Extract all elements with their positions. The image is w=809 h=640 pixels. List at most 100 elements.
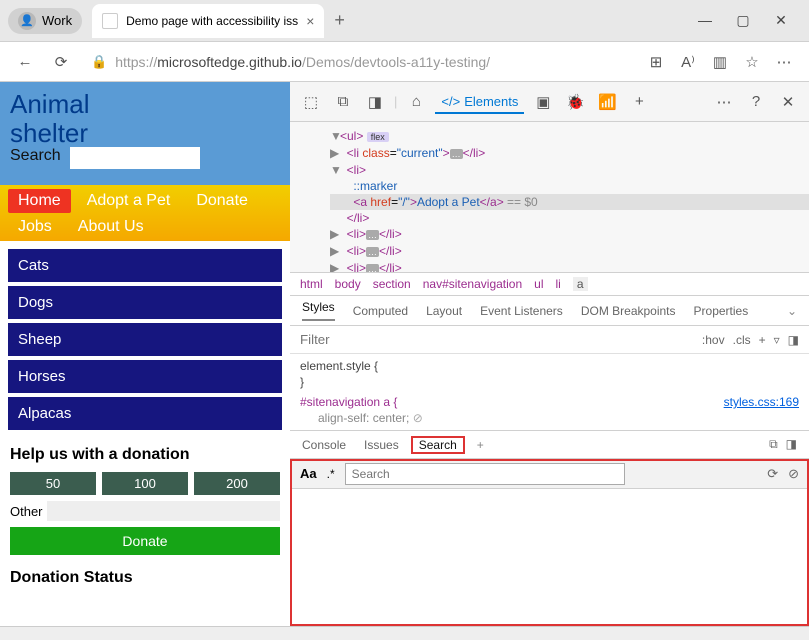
match-case-toggle[interactable]: Aa	[300, 466, 317, 481]
maximize-button[interactable]: ▢	[729, 12, 757, 29]
drawer-expand-icon[interactable]: ◨	[786, 437, 797, 452]
page-search-input[interactable]	[70, 147, 200, 169]
dom-node[interactable]: ▶ <li>…</li>	[330, 243, 809, 260]
new-tab-button[interactable]: +	[334, 10, 345, 31]
dom-node[interactable]: <a href="/">Adopt a Pet</a> == $0	[330, 194, 809, 210]
dom-node[interactable]: </li>	[330, 210, 809, 226]
styles-tab-event-listeners[interactable]: Event Listeners	[480, 304, 563, 318]
categories-list: Cats Dogs Sheep Horses Alpacas	[0, 241, 290, 438]
help-icon[interactable]: ?	[743, 89, 769, 115]
welcome-icon[interactable]: ⌂	[403, 89, 429, 115]
source-link[interactable]: styles.css:169	[724, 394, 799, 410]
drawer-tab-search[interactable]: Search	[411, 436, 465, 454]
collections-icon[interactable]: ▥	[707, 49, 733, 75]
search-input[interactable]	[345, 463, 625, 485]
breadcrumb-a[interactable]: a	[573, 277, 588, 291]
bug-icon[interactable]: 🐞	[562, 89, 588, 115]
nav-link-about-us[interactable]: About Us	[68, 215, 154, 239]
read-aloud-icon[interactable]: A⁾	[675, 49, 701, 75]
dom-node[interactable]: ▶ <li>…</li>	[330, 260, 809, 272]
minimize-button[interactable]: —	[691, 12, 719, 29]
styles-tab-layout[interactable]: Layout	[426, 304, 462, 318]
breadcrumb-body[interactable]: body	[335, 277, 361, 291]
profile-chip[interactable]: 👤 Work	[8, 8, 82, 34]
styles-tab-dom-breakpoints[interactable]: DOM Breakpoints	[581, 304, 676, 318]
dom-breadcrumb[interactable]: html body section nav#sitenavigation ullia	[290, 272, 809, 296]
styles-body[interactable]: element.style { } styles.css:169 #sitena…	[290, 354, 809, 430]
dock-icon[interactable]: ◨	[362, 89, 388, 115]
styles-tabs: Styles Computed Layout Event Listeners DOM B…	[290, 296, 809, 326]
amount-100[interactable]: 100	[102, 472, 188, 495]
nav-link-donate[interactable]: Donate	[186, 189, 258, 213]
settings-icon[interactable]: ⋯	[711, 89, 737, 115]
category-sheep[interactable]: Sheep	[8, 323, 282, 356]
amount-50[interactable]: 50	[10, 472, 96, 495]
dom-node[interactable]: ▶ <li class="current">…</li>	[330, 145, 809, 162]
inspect-icon[interactable]: ⬚	[298, 89, 324, 115]
other-amount-input[interactable]	[47, 501, 280, 521]
donate-button[interactable]: Donate	[10, 527, 280, 555]
category-alpacas[interactable]: Alpacas	[8, 397, 282, 430]
window-title-bar: 👤 Work Demo page with accessibility iss …	[0, 0, 809, 42]
regex-toggle[interactable]: .*	[327, 467, 335, 481]
styles-tab-styles[interactable]: Styles	[302, 300, 335, 321]
amount-200[interactable]: 200	[194, 472, 280, 495]
drawer-tab-issues[interactable]: Issues	[364, 438, 399, 452]
more-tabs-icon[interactable]: +	[626, 89, 652, 115]
css-property[interactable]: align-self: center; ⊘	[300, 410, 799, 426]
drawer-tab-console[interactable]: Console	[302, 438, 346, 452]
breadcrumb-nav-sitenavigation[interactable]: nav#sitenavigation	[423, 277, 522, 291]
url-box[interactable]: 🔒 https://microsoftedge.github.io/Demos/…	[84, 49, 633, 75]
dom-node[interactable]: ▶ <li>…</li>	[330, 226, 809, 243]
device-icon[interactable]: ⧉	[330, 89, 356, 115]
drawer-more-tabs-icon[interactable]: +	[477, 438, 484, 452]
breadcrumb-li[interactable]: li	[555, 277, 560, 291]
styles-filter-input[interactable]	[300, 332, 694, 347]
clear-search-icon[interactable]: ⊘	[788, 466, 799, 482]
nav-link-adopt-a-pet[interactable]: Adopt a Pet	[77, 189, 181, 213]
app-icon[interactable]: ⊞	[643, 49, 669, 75]
favorite-icon[interactable]: ☆	[739, 49, 765, 75]
close-window-button[interactable]: ✕	[767, 12, 795, 29]
rule-element-style[interactable]: element.style {	[300, 358, 799, 374]
rule-sitenav[interactable]: styles.css:169 #sitenavigation a {	[300, 394, 799, 410]
breadcrumb-section[interactable]: section	[373, 277, 411, 291]
more-icon[interactable]: ⋯	[771, 49, 797, 75]
nav-link-home[interactable]: Home	[8, 189, 71, 213]
app-tab-icon[interactable]: ▣	[530, 89, 556, 115]
url-text: https://microsoftedge.github.io/Demos/de…	[115, 54, 490, 70]
refresh-button[interactable]: ⟳	[48, 49, 74, 75]
back-button[interactable]: ←	[12, 49, 38, 75]
cls-toggle[interactable]: .cls	[733, 333, 751, 347]
dom-node[interactable]: ▼ <li>	[330, 162, 809, 178]
styles-filter-row: :hov .cls + ▿ ◨	[290, 326, 809, 354]
category-horses[interactable]: Horses	[8, 360, 282, 393]
dom-node[interactable]: ::marker	[330, 178, 809, 194]
category-dogs[interactable]: Dogs	[8, 286, 282, 319]
breadcrumb-ul[interactable]: ul	[534, 277, 543, 291]
dom-tree[interactable]: ▼<ul> flex▶ <li class="current">…</li>▼ …	[290, 122, 809, 272]
network-conditions-icon[interactable]: 📶	[594, 89, 620, 115]
browser-tab[interactable]: Demo page with accessibility iss ×	[92, 4, 324, 38]
hov-toggle[interactable]: :hov	[702, 333, 725, 347]
tab-elements[interactable]: </> Elements	[435, 90, 524, 114]
styles-tab-computed[interactable]: Computed	[353, 304, 408, 318]
category-cats[interactable]: Cats	[8, 249, 282, 282]
devtools-toolbar: ⬚ ⧉ ◨ | ⌂ </> Elements ▣ 🐞 📶 + ⋯ ? ✕	[290, 82, 809, 122]
nav-link-jobs[interactable]: Jobs	[8, 215, 62, 239]
person-icon: 👤	[18, 12, 36, 30]
toggle-pane-icon[interactable]: ◨	[788, 333, 799, 347]
computed-icon[interactable]: ▿	[774, 333, 780, 347]
favicon	[102, 13, 118, 29]
refresh-search-icon[interactable]: ⟳	[767, 466, 778, 482]
close-tab-icon[interactable]: ×	[306, 13, 314, 29]
styles-tab-properties[interactable]: Properties	[694, 304, 749, 318]
devtools-drawer: Console Issues Search + ⧉ ◨ Aa .* ⟳ ⊘	[290, 430, 809, 626]
styles-overflow-icon[interactable]: ⌄	[787, 304, 797, 318]
new-style-icon[interactable]: +	[759, 333, 766, 347]
dom-node[interactable]: ▼<ul> flex	[330, 128, 809, 145]
breadcrumb-html[interactable]: html	[300, 277, 323, 291]
drawer-dock-icon[interactable]: ⧉	[769, 437, 778, 452]
horizontal-scrollbar[interactable]	[0, 626, 809, 640]
close-devtools-button[interactable]: ✕	[775, 89, 801, 115]
